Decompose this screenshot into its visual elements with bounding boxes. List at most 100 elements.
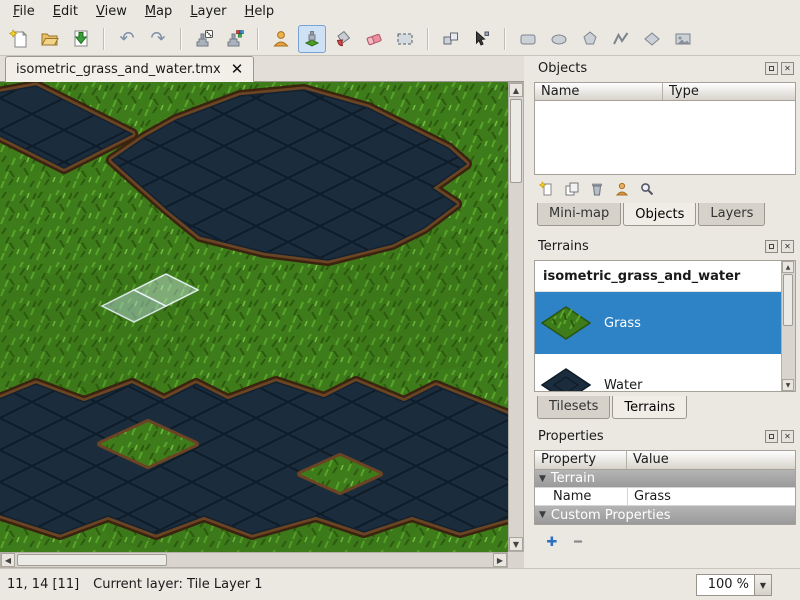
random-stamp-button[interactable] bbox=[190, 25, 218, 53]
eraser-button[interactable] bbox=[360, 25, 388, 53]
objects-col-type[interactable]: Type bbox=[663, 83, 795, 100]
insert-ellipse-button[interactable] bbox=[545, 25, 573, 53]
scroll-down-icon[interactable]: ▼ bbox=[782, 379, 794, 391]
vscroll-thumb[interactable] bbox=[510, 99, 522, 183]
scroll-left-icon[interactable]: ◀ bbox=[1, 553, 15, 567]
terrains-scrollbar[interactable]: ▲ ▼ bbox=[781, 261, 795, 391]
person-icon bbox=[271, 29, 291, 49]
stamp-brush-icon bbox=[302, 29, 322, 49]
map-horizontal-scrollbar[interactable]: ◀ ▶ bbox=[0, 552, 508, 568]
tab-terrains[interactable]: Terrains bbox=[612, 396, 687, 419]
terrain-row-water[interactable]: Water bbox=[535, 354, 795, 392]
add-property-button[interactable]: ✚ bbox=[542, 534, 562, 550]
stamp-variations-icon bbox=[225, 29, 245, 49]
collapse-triangle-icon[interactable]: ▼ bbox=[539, 474, 546, 484]
toolbar-separator bbox=[180, 28, 182, 50]
properties-col-property[interactable]: Property bbox=[535, 451, 627, 469]
menu-view[interactable]: View bbox=[87, 1, 136, 22]
bucket-fill-icon bbox=[333, 29, 353, 49]
tileset-tab-bar: Tilesets Terrains bbox=[534, 396, 687, 419]
new-file-button[interactable] bbox=[5, 25, 33, 53]
close-panel-icon[interactable]: ✕ bbox=[781, 62, 794, 75]
save-file-button[interactable] bbox=[67, 25, 95, 53]
document-tab[interactable]: isometric_grass_and_water.tmx ✕ bbox=[5, 56, 254, 82]
plus-icon: ✚ bbox=[547, 535, 558, 550]
scrollbar-corner bbox=[508, 552, 524, 568]
zoom-value: 100 % bbox=[697, 575, 754, 595]
add-object-button[interactable] bbox=[536, 179, 558, 199]
group-label: Terrain bbox=[551, 471, 595, 486]
objects-table-header: Name Type bbox=[534, 82, 796, 101]
same-tile-select-button[interactable] bbox=[437, 25, 465, 53]
menu-layer[interactable]: Layer bbox=[181, 1, 235, 22]
objects-panel-titlebar: Objects ✕ bbox=[534, 60, 796, 80]
scroll-down-icon[interactable]: ▼ bbox=[509, 537, 523, 551]
terrains-panel-titlebar: Terrains ✕ bbox=[534, 238, 796, 258]
property-row-name[interactable]: Name Grass bbox=[535, 488, 795, 506]
tab-mini-map[interactable]: Mini-map bbox=[537, 203, 621, 226]
water-tile-thumbnail bbox=[538, 357, 594, 392]
scroll-right-icon[interactable]: ▶ bbox=[493, 553, 507, 567]
undo-button[interactable]: ↶ bbox=[113, 25, 141, 53]
bucket-fill-button[interactable] bbox=[329, 25, 357, 53]
objects-col-name[interactable]: Name bbox=[535, 83, 663, 100]
collapse-triangle-icon[interactable]: ▼ bbox=[539, 510, 546, 520]
remove-property-button[interactable]: ━ bbox=[568, 534, 588, 550]
map-editor-canvas[interactable] bbox=[0, 82, 508, 552]
objects-list[interactable] bbox=[534, 101, 796, 175]
close-panel-icon[interactable]: ✕ bbox=[781, 430, 794, 443]
hscroll-thumb[interactable] bbox=[17, 554, 167, 566]
tab-tilesets[interactable]: Tilesets bbox=[537, 396, 610, 419]
tab-layers[interactable]: Layers bbox=[698, 203, 765, 226]
properties-col-value[interactable]: Value bbox=[627, 451, 795, 469]
insert-polygon-button[interactable] bbox=[576, 25, 604, 53]
menu-file[interactable]: File bbox=[4, 1, 44, 22]
edit-object-button[interactable] bbox=[611, 179, 633, 199]
float-panel-icon[interactable] bbox=[765, 240, 778, 253]
property-group-custom[interactable]: ▼ Custom Properties bbox=[535, 506, 795, 524]
terrains-scroll-thumb[interactable] bbox=[783, 274, 793, 326]
stamp-brush-button[interactable] bbox=[298, 25, 326, 53]
duplicate-object-button[interactable] bbox=[561, 179, 583, 199]
float-panel-icon[interactable] bbox=[765, 62, 778, 75]
object-select-button[interactable] bbox=[468, 25, 496, 53]
trash-icon bbox=[589, 181, 605, 197]
chevron-down-icon[interactable]: ▼ bbox=[754, 575, 771, 595]
menu-help[interactable]: Help bbox=[236, 1, 284, 22]
terrain-label: Water bbox=[604, 378, 642, 393]
remove-object-button[interactable] bbox=[586, 179, 608, 199]
edit-object-icon bbox=[614, 181, 630, 197]
main-toolbar: ↶ ↷ bbox=[0, 23, 800, 56]
zoom-combobox[interactable]: 100 % ▼ bbox=[696, 574, 772, 596]
new-file-icon bbox=[9, 29, 29, 49]
insert-rectangle-button[interactable] bbox=[514, 25, 542, 53]
insert-tile-button[interactable] bbox=[638, 25, 666, 53]
close-panel-icon[interactable]: ✕ bbox=[781, 240, 794, 253]
redo-button[interactable]: ↷ bbox=[144, 25, 172, 53]
search-object-button[interactable] bbox=[636, 179, 658, 199]
menu-edit[interactable]: Edit bbox=[44, 1, 87, 22]
scroll-up-icon[interactable]: ▲ bbox=[509, 83, 523, 97]
duplicate-object-icon bbox=[564, 181, 580, 197]
tab-objects[interactable]: Objects bbox=[623, 203, 696, 226]
character-stamp-button[interactable] bbox=[267, 25, 295, 53]
menu-map[interactable]: Map bbox=[136, 1, 181, 22]
insert-image-button[interactable] bbox=[669, 25, 697, 53]
scroll-up-icon[interactable]: ▲ bbox=[782, 261, 794, 273]
float-panel-icon[interactable] bbox=[765, 430, 778, 443]
property-group-terrain[interactable]: ▼ Terrain bbox=[535, 470, 795, 488]
insert-rectangle-icon bbox=[518, 29, 538, 49]
current-layer-label: Current layer: Tile Layer 1 bbox=[93, 577, 262, 592]
rectangular-select-button[interactable] bbox=[391, 25, 419, 53]
grass-tile-thumbnail bbox=[538, 295, 594, 351]
rect-select-icon bbox=[395, 29, 415, 49]
map-svg bbox=[0, 82, 508, 552]
stamp-variations-button[interactable] bbox=[221, 25, 249, 53]
tab-close-icon[interactable]: ✕ bbox=[231, 62, 244, 77]
insert-polyline-button[interactable] bbox=[607, 25, 635, 53]
open-file-button[interactable] bbox=[36, 25, 64, 53]
map-vertical-scrollbar[interactable]: ▲ ▼ bbox=[508, 82, 524, 552]
document-tab-bar: isometric_grass_and_water.tmx ✕ bbox=[0, 56, 524, 82]
terrain-row-grass[interactable]: Grass bbox=[535, 292, 795, 354]
property-value[interactable]: Grass bbox=[627, 488, 795, 505]
